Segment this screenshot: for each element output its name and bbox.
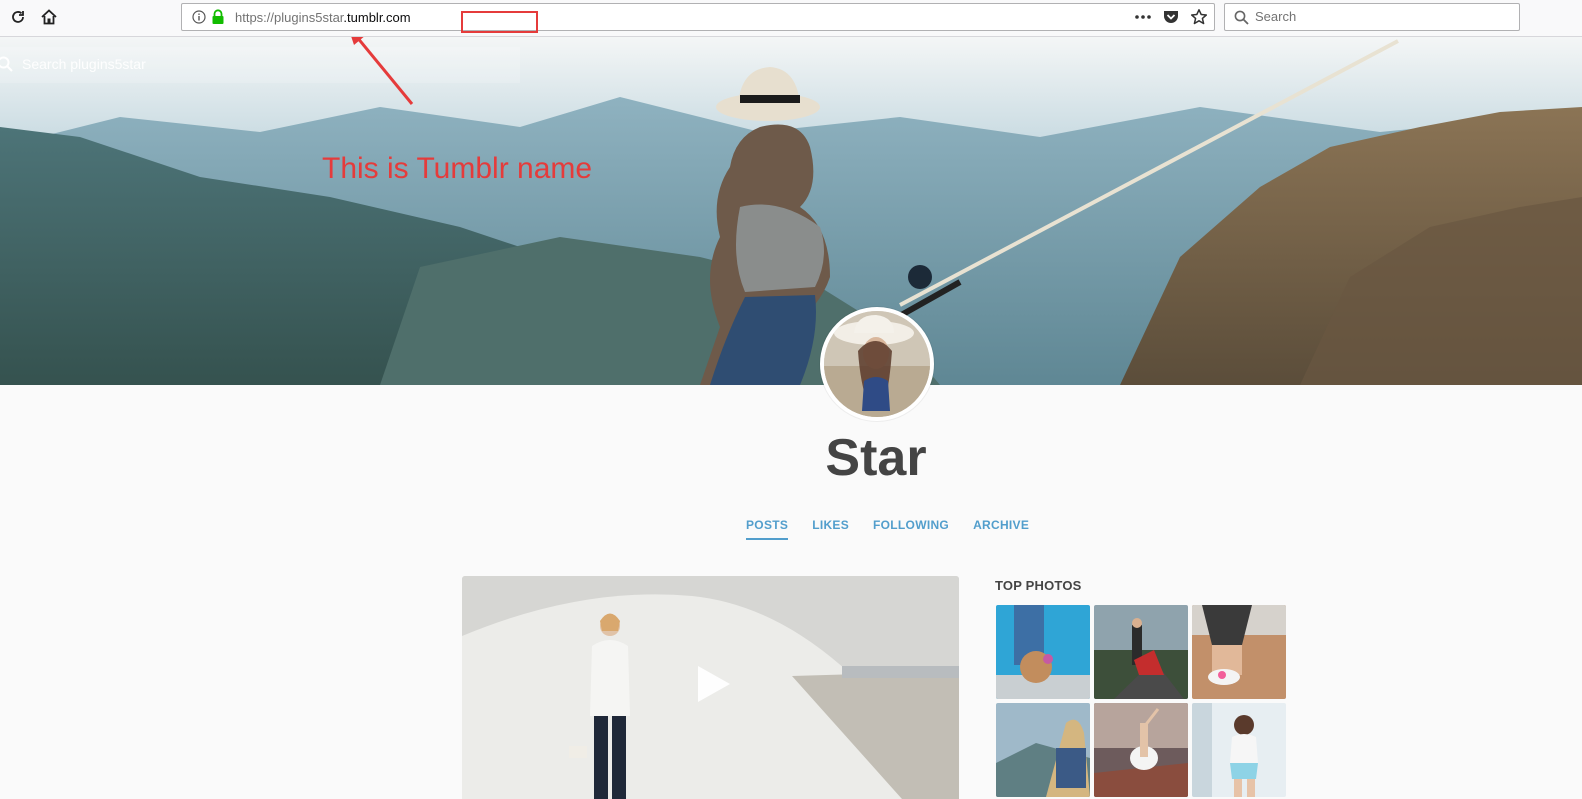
url-bar[interactable]: https://plugins5star.tumblr.com [181, 3, 1215, 33]
top-photos-title: TOP PHOTOS [995, 578, 1082, 593]
top-photo-5[interactable] [1094, 703, 1188, 797]
url-domain: .tumblr.com [343, 10, 411, 25]
browser-search-input[interactable] [1255, 9, 1505, 24]
blog-avatar[interactable] [820, 307, 934, 421]
top-photo-6[interactable] [1192, 703, 1286, 797]
blog-header-image: This is Tumblr name [0, 37, 1582, 385]
blog-title: Star [825, 429, 927, 487]
bookmark-star-icon[interactable] [1190, 8, 1208, 26]
top-photos-grid [996, 605, 1288, 797]
header-scenery [0, 37, 1582, 385]
blog-search[interactable] [0, 47, 520, 83]
blog-search-input[interactable] [22, 56, 502, 72]
pocket-icon[interactable] [1162, 8, 1180, 26]
home-button[interactable] [37, 5, 61, 29]
lock-icon[interactable] [211, 9, 225, 25]
annotation-highlight-box [461, 11, 538, 33]
info-icon[interactable] [192, 10, 206, 24]
play-icon[interactable] [694, 664, 734, 704]
nav-likes[interactable]: LIKES [812, 518, 849, 540]
search-icon [0, 56, 13, 72]
avatar-image [824, 311, 930, 417]
url-actions [1134, 8, 1208, 26]
reload-icon [12, 11, 24, 23]
url-protocol: https:// [235, 10, 275, 25]
more-icon[interactable] [1134, 8, 1152, 26]
video-post[interactable] [462, 576, 959, 799]
top-photo-3[interactable] [1192, 605, 1286, 699]
annotation-arrow [351, 37, 414, 105]
top-photo-2[interactable] [1094, 605, 1188, 699]
search-icon [1234, 10, 1249, 25]
url-subdomain: plugins5star [274, 10, 344, 25]
nav-archive[interactable]: ARCHIVE [973, 518, 1029, 540]
browser-toolbar: https://plugins5star.tumblr.com [0, 0, 1582, 37]
annotation-label: This is Tumblr name [322, 152, 593, 185]
blog-nav: POSTS LIKES FOLLOWING ARCHIVE [746, 518, 1029, 540]
nav-following[interactable]: FOLLOWING [873, 518, 949, 540]
reload-button[interactable] [6, 5, 30, 29]
home-icon [41, 9, 57, 25]
top-photo-1[interactable] [996, 605, 1090, 699]
top-photo-4[interactable] [996, 703, 1090, 797]
nav-posts[interactable]: POSTS [746, 518, 789, 540]
url-text[interactable]: https://plugins5star.tumblr.com [235, 10, 411, 25]
browser-search-bar[interactable] [1224, 3, 1520, 31]
